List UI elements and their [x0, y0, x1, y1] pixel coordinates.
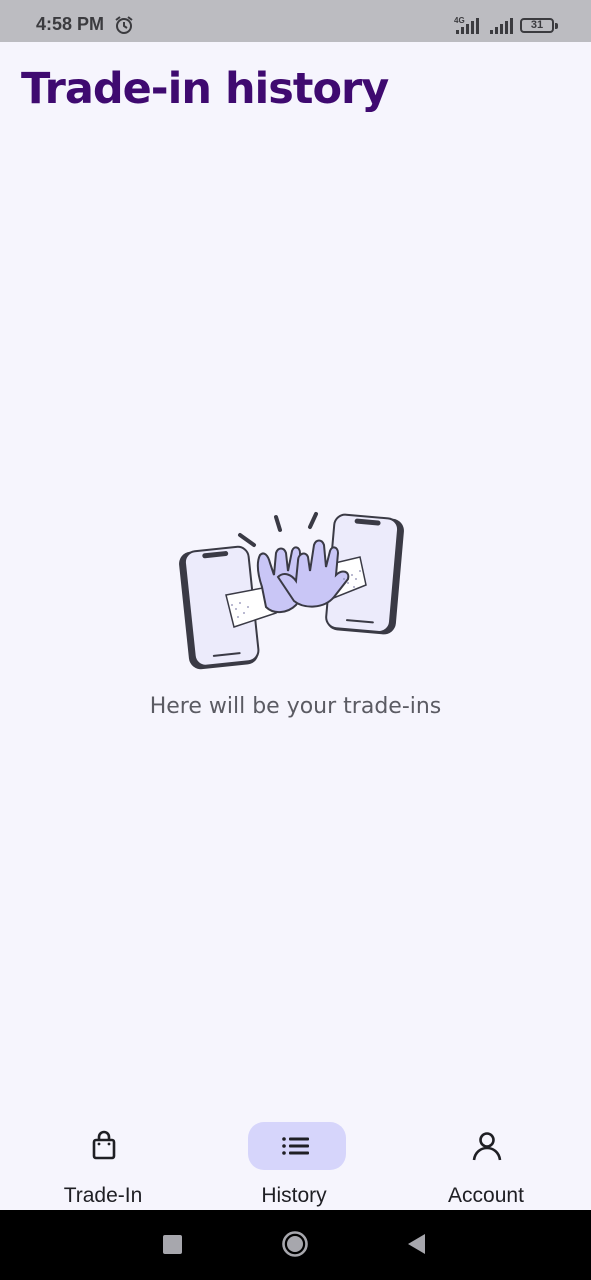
page-title: Trade-in history [21, 64, 389, 114]
nav-item-account[interactable]: Account [391, 1108, 581, 1210]
recents-square-icon[interactable] [163, 1235, 182, 1254]
system-navigation-bar [0, 1210, 591, 1280]
nav-label: Trade-In [63, 1184, 143, 1207]
high-five-phones-illustration [179, 512, 404, 670]
shopping-bag-icon [92, 1130, 116, 1160]
signal-icon [490, 18, 513, 34]
battery-cap [555, 23, 558, 29]
nav-label: History [261, 1184, 327, 1207]
person-icon [472, 1132, 502, 1161]
signal-icon [456, 18, 479, 34]
nav-item-history[interactable]: History [199, 1108, 389, 1210]
nav-item-trade-in[interactable]: Trade-In [8, 1108, 198, 1210]
alarm-icon [115, 16, 133, 34]
bottom-navigation: Trade-In History Account [0, 1108, 591, 1210]
list-icon [282, 1137, 309, 1155]
status-time: 4:58 PM [36, 14, 105, 34]
home-circle-icon[interactable] [281, 1230, 309, 1258]
status-bar: 4:58 PM 4G 31 [0, 0, 591, 42]
nav-label: Account [448, 1184, 524, 1207]
back-triangle-icon[interactable] [406, 1233, 426, 1255]
empty-state-message: Here will be your trade-ins [149, 694, 442, 719]
battery-level: 31 [530, 19, 544, 31]
